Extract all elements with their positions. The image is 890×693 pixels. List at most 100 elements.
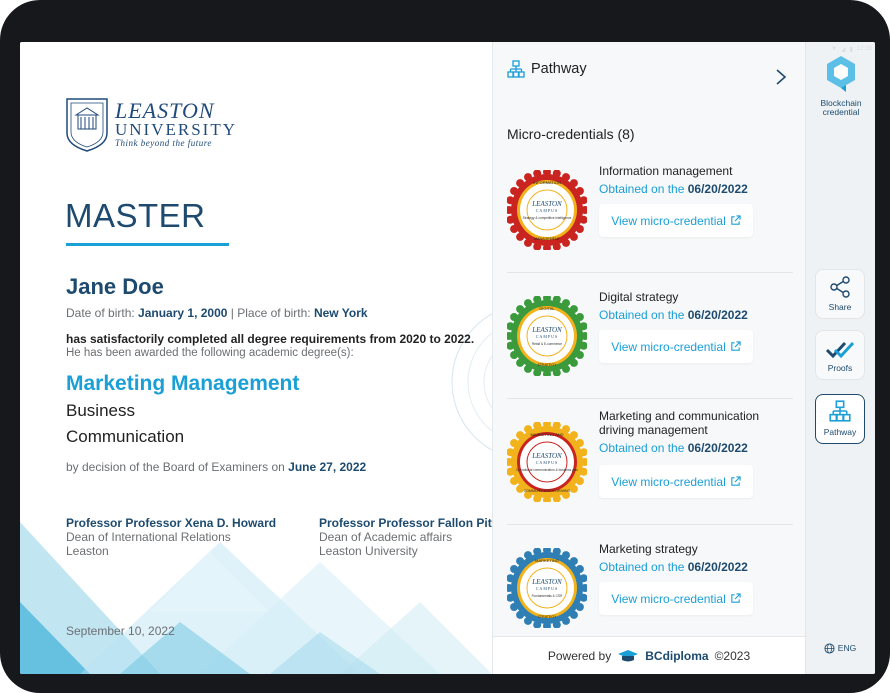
status-bar: ▼ ◢ ▮ 12:38 xyxy=(831,44,872,54)
microcredential-badge-icon: MARKETING AND LEASTON CAMPUS Operational… xyxy=(507,422,587,502)
item-divider xyxy=(507,398,793,399)
specialization: Business xyxy=(66,401,135,420)
badge-campus-text: CAMPUS xyxy=(536,334,558,339)
diploma: LEASTON UNIVERSITY Think beyond the futu… xyxy=(20,42,492,674)
blockchain-credential-logo[interactable]: Blockchain credential xyxy=(806,54,875,117)
microcredential-item: DIGITAL LEASTON CAMPUS Retail & E-commer… xyxy=(493,274,793,399)
panel-title: Pathway xyxy=(531,61,587,77)
logo-tagline: Think beyond the future xyxy=(115,138,212,148)
external-link-icon xyxy=(731,215,741,225)
dob-label: Date of birth: xyxy=(66,306,135,320)
right-sidebar: Blockchain credential Share Proofs Pathw… xyxy=(805,42,875,674)
external-link-icon xyxy=(731,593,741,603)
obtained-prefix: Obtained on the xyxy=(599,182,685,196)
microcredential-item: MARKETING AND LEASTON CAMPUS Operational… xyxy=(493,400,793,525)
view-microcredential-label: View micro-credential xyxy=(611,474,726,489)
completion-statement: has satisfactorily completed all degree … xyxy=(66,332,475,346)
power-button xyxy=(200,0,240,5)
logo-line2: UNIVERSITY xyxy=(115,120,237,139)
board-decision: by decision of the Board of Examiners on… xyxy=(66,460,366,474)
pathway-icon xyxy=(507,60,525,78)
microcredential-name: Digital strategy xyxy=(599,290,679,304)
microcredential-badge-icon: DIGITAL LEASTON CAMPUS Retail & E-commer… xyxy=(507,296,587,376)
double-check-icon xyxy=(825,341,855,359)
signatory-org: Leaston xyxy=(66,544,109,558)
badge-bottom-text: STRATEGY xyxy=(537,363,557,367)
pathway-button[interactable]: Pathway xyxy=(815,394,865,444)
microcredential-name: Marketing and communication driving mana… xyxy=(599,409,760,437)
decision-text: by decision of the Board of Examiners on xyxy=(66,460,285,474)
badge-sub-text: Strategy & competitive intelligence xyxy=(523,216,572,220)
share-label: Share xyxy=(828,302,852,312)
microcredential-item: MARKETING LEASTON CAMPUS Fundamentals & … xyxy=(493,526,793,651)
share-icon xyxy=(830,276,850,298)
decision-date: June 27, 2022 xyxy=(288,460,367,474)
badge-brand-text: LEASTON xyxy=(531,200,562,208)
badge-bottom-text: MANAGEMENT xyxy=(534,237,561,241)
logo-line1: LEASTON xyxy=(115,98,215,123)
microcredential-badge-icon: MARKETING LEASTON CAMPUS Fundamentals & … xyxy=(507,548,587,628)
microcredential-obtained: Obtained on the 06/20/2022 xyxy=(599,182,748,196)
battery-icon: ▮ xyxy=(849,46,853,53)
badge-top-text: MARKETING AND xyxy=(530,432,563,437)
awarded-statement: He has been awarded the following academ… xyxy=(66,347,354,359)
view-microcredential-label: View micro-credential xyxy=(611,213,726,228)
signatory-org: Leaston University xyxy=(319,544,418,558)
obtained-date: 06/20/2022 xyxy=(687,560,748,574)
view-microcredential-button[interactable]: View micro-credential xyxy=(599,330,753,363)
share-button[interactable]: Share xyxy=(815,269,865,319)
screen: LEASTON UNIVERSITY Think beyond the futu… xyxy=(20,42,875,674)
microcredential-name: Information management xyxy=(599,164,733,178)
volume-button xyxy=(150,0,190,5)
view-microcredential-button[interactable]: View micro-credential xyxy=(599,582,753,615)
badge-top-text: INFORMATION xyxy=(533,180,561,185)
birth-separator: | xyxy=(227,306,238,320)
microcredential-obtained: Obtained on the 06/20/2022 xyxy=(599,560,748,574)
proofs-label: Proofs xyxy=(827,363,853,373)
badge-brand-text: LEASTON xyxy=(531,578,562,586)
badge-campus-text: CAMPUS xyxy=(536,208,558,213)
program-name: Marketing Management xyxy=(66,372,300,395)
badge-sub-text: Retail & E-commerce xyxy=(532,342,562,346)
external-link-icon xyxy=(731,341,741,351)
degree-underline xyxy=(66,243,229,246)
graduation-cap-icon xyxy=(618,649,639,661)
pob-value: New York xyxy=(313,306,368,320)
wifi-icon: ▼ xyxy=(831,46,838,52)
obtained-date: 06/20/2022 xyxy=(687,441,748,455)
obtained-date: 06/20/2022 xyxy=(687,182,748,196)
view-microcredential-button[interactable]: View micro-credential xyxy=(599,204,753,237)
panel-footer: Powered by BCdiploma ©2023 xyxy=(493,636,805,674)
badge-top-text: MARKETING xyxy=(535,558,559,563)
status-time: 12:38 xyxy=(856,46,872,52)
issue-date: September 10, 2022 xyxy=(66,624,175,638)
pob-label: Place of birth: xyxy=(237,306,311,320)
microcredentials-heading: Micro-credentials (8) xyxy=(507,126,635,142)
university-logo: LEASTON UNIVERSITY Think beyond the futu… xyxy=(65,97,237,152)
signal-icon: ◢ xyxy=(841,46,846,53)
globe-icon xyxy=(824,642,835,654)
microcredential-item: INFORMATION LEASTON CAMPUS Strategy & co… xyxy=(493,148,793,273)
signatory-name: Professor Professor Xena D. Howard xyxy=(66,516,277,530)
item-divider xyxy=(507,272,793,273)
obtained-prefix: Obtained on the xyxy=(599,308,685,322)
obtained-date: 06/20/2022 xyxy=(687,308,748,322)
dob-value: January 1, 2000 xyxy=(138,306,228,320)
signatory: Professor Professor Fallon Pittman Dean … xyxy=(319,516,492,558)
bcdiploma-brand[interactable]: BCdiploma xyxy=(645,649,708,663)
view-microcredential-button[interactable]: View micro-credential xyxy=(599,465,753,498)
microcredential-badge-icon: INFORMATION LEASTON CAMPUS Strategy & co… xyxy=(507,170,587,250)
signatory-title: Dean of International Relations xyxy=(66,530,231,544)
language-label: ENG xyxy=(837,643,857,653)
birth-info: Date of birth: January 1, 2000 | Place o… xyxy=(66,306,368,320)
proofs-button[interactable]: Proofs xyxy=(815,330,865,380)
badge-campus-text: CAMPUS xyxy=(536,586,558,591)
badge-brand-text: LEASTON xyxy=(531,326,562,334)
blockchain-label: Blockchain credential xyxy=(820,98,862,117)
panel-header: Pathway xyxy=(507,60,587,78)
language-selector[interactable]: ENG xyxy=(815,636,865,660)
copyright: ©2023 xyxy=(714,648,751,663)
badge-sub-text: Operational communication & business pla… xyxy=(516,468,578,472)
chevron-right-icon[interactable] xyxy=(775,68,787,92)
obtained-prefix: Obtained on the xyxy=(599,560,685,574)
